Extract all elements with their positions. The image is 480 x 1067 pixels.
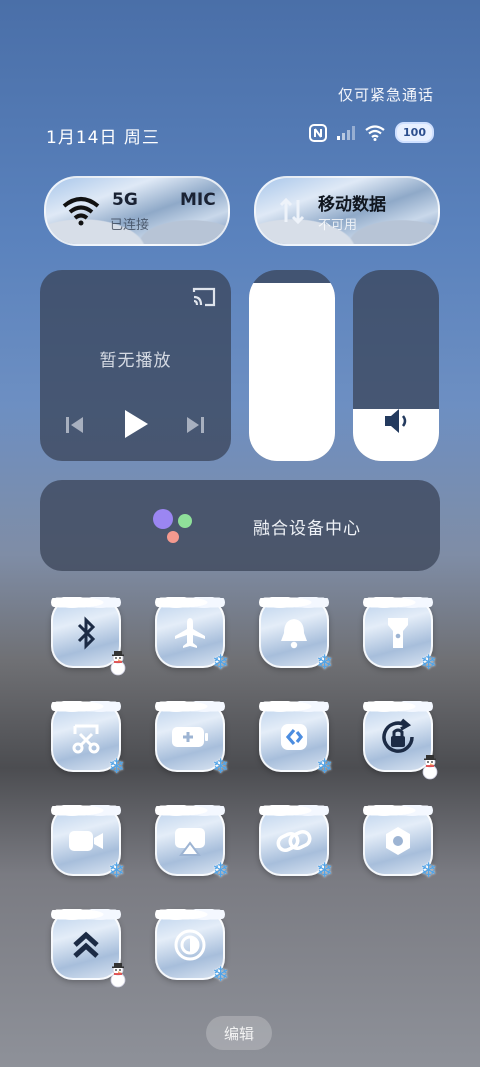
toggle-bluetooth[interactable] xyxy=(51,594,126,676)
volume-slider[interactable] xyxy=(353,270,439,461)
snowflake-decoration-icon: ❄ xyxy=(108,754,125,778)
status-icons: 100 xyxy=(309,122,434,143)
previous-track-icon[interactable] xyxy=(64,414,86,436)
snowflake-decoration-icon: ❄ xyxy=(212,962,229,986)
toggle-link-share[interactable]: ❄ xyxy=(259,802,333,882)
toggle-ring-mode[interactable]: ❄ xyxy=(259,594,333,674)
wifi-icon xyxy=(62,197,100,226)
edit-button[interactable]: 编辑 xyxy=(206,1016,272,1050)
cast-icon[interactable] xyxy=(191,286,217,308)
hub-label: 融合设备中心 xyxy=(253,519,361,539)
snowflake-decoration-icon: ❄ xyxy=(420,858,437,882)
media-status-text: 暂无播放 xyxy=(99,351,172,371)
wifi-icon xyxy=(365,124,385,141)
speaker-icon xyxy=(385,409,407,433)
snowflake-decoration-icon: ❄ xyxy=(108,858,125,882)
battery-icon: 100 xyxy=(395,122,434,143)
snowflake-decoration-icon: ❄ xyxy=(212,650,229,674)
snowflake-decoration-icon: ❄ xyxy=(212,858,229,882)
mobile-data-toggle[interactable]: 移动数据 不可用 xyxy=(254,176,440,246)
next-track-icon[interactable] xyxy=(184,414,206,436)
toggle-performance-mode[interactable] xyxy=(51,906,126,988)
emergency-call-text: 仅可紧急通话 xyxy=(337,86,434,104)
toggle-rotation-lock[interactable] xyxy=(363,698,438,780)
snowflake-decoration-icon: ❄ xyxy=(420,650,437,674)
mobile-data-status: 不可用 xyxy=(318,218,358,233)
wifi-toggle[interactable]: 5G MIC 已连接 xyxy=(44,176,230,246)
hub-logo-icon xyxy=(153,509,192,543)
snowman-decoration-icon xyxy=(107,650,129,676)
signal-icon xyxy=(337,125,356,140)
snowflake-decoration-icon: ❄ xyxy=(316,650,333,674)
date-label: 1月14日 周三 xyxy=(46,128,160,148)
device-hub-card[interactable]: 融合设备中心 xyxy=(40,480,440,571)
toggle-dark-mode[interactable]: ❄ xyxy=(155,906,229,986)
wifi-name: 5G xyxy=(112,190,138,210)
snowman-decoration-icon xyxy=(107,962,129,988)
media-player-card[interactable]: 暂无播放 xyxy=(40,270,231,461)
mobile-data-icon xyxy=(279,197,305,225)
toggle-nearby-share[interactable]: ❄ xyxy=(259,698,333,778)
snowflake-decoration-icon: ❄ xyxy=(212,754,229,778)
wifi-status: 已连接 xyxy=(110,218,150,233)
toggle-flashlight[interactable]: ❄ xyxy=(363,594,437,674)
play-icon[interactable] xyxy=(122,408,150,440)
nfc-icon xyxy=(309,123,328,142)
wifi-name-overflow: MIC xyxy=(180,190,216,210)
toggle-settings[interactable]: ❄ xyxy=(363,802,437,882)
toggle-airplane-mode[interactable]: ❄ xyxy=(155,594,229,674)
toggle-screenshot[interactable]: ❄ xyxy=(51,698,125,778)
snowman-decoration-icon xyxy=(419,754,441,780)
brightness-slider[interactable] xyxy=(249,270,335,461)
mobile-data-title: 移动数据 xyxy=(318,195,386,215)
brightness-fill xyxy=(249,283,335,461)
toggle-battery-saver[interactable]: ❄ xyxy=(155,698,229,778)
snowflake-decoration-icon: ❄ xyxy=(316,754,333,778)
toggle-screen-record[interactable]: ❄ xyxy=(51,802,125,882)
toggle-screen-cast[interactable]: ❄ xyxy=(155,802,229,882)
snowflake-decoration-icon: ❄ xyxy=(316,858,333,882)
